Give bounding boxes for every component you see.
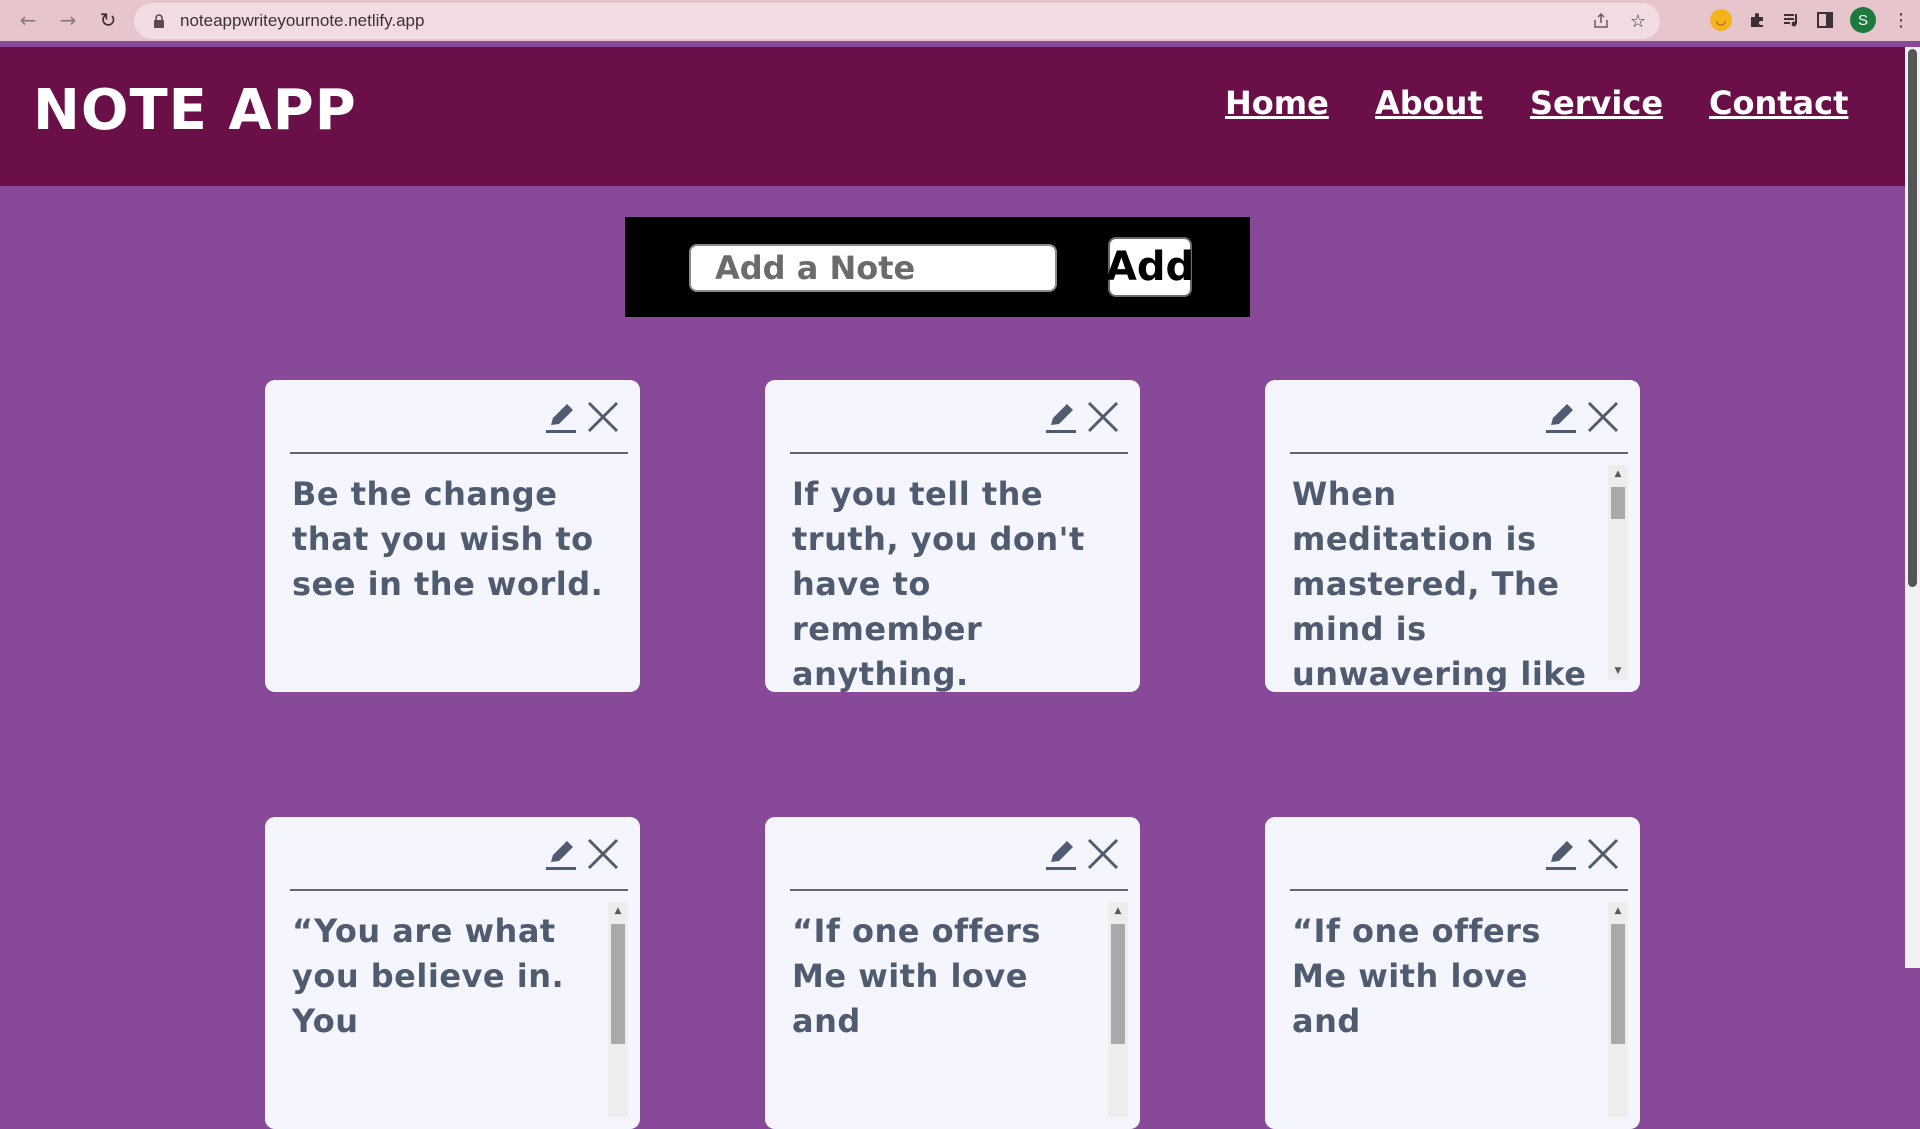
edit-pencil-icon[interactable] bbox=[1042, 835, 1080, 873]
scroll-up-arrow-icon[interactable]: ▲ bbox=[1108, 904, 1128, 918]
edit-pencil-icon[interactable] bbox=[1542, 835, 1580, 873]
page-scrollbar[interactable] bbox=[1905, 47, 1920, 968]
note-divider bbox=[790, 889, 1128, 891]
delete-close-icon[interactable] bbox=[1084, 398, 1122, 436]
note-scrollbar[interactable]: ▲ bbox=[608, 902, 628, 1117]
note-text[interactable]: “If one offers Me with love and bbox=[792, 909, 1096, 1129]
profile-avatar[interactable]: S bbox=[1850, 7, 1876, 33]
note-card: “You are what you believe in. You ▲ bbox=[265, 817, 640, 1129]
scroll-up-arrow-icon[interactable]: ▲ bbox=[1608, 904, 1628, 918]
scrollbar-thumb[interactable] bbox=[611, 924, 625, 1044]
scrollbar-thumb[interactable] bbox=[1611, 924, 1625, 1044]
scrollbar-thumb[interactable] bbox=[1611, 487, 1625, 519]
note-divider bbox=[1290, 889, 1628, 891]
nav-about[interactable]: About bbox=[1375, 87, 1483, 119]
nav-contact[interactable]: Contact bbox=[1709, 87, 1848, 119]
note-card: If you tell the truth, you don't have to… bbox=[765, 380, 1140, 692]
scroll-up-arrow-icon[interactable]: ▲ bbox=[1608, 467, 1628, 481]
reload-icon[interactable]: ↻ bbox=[92, 4, 124, 36]
scroll-down-arrow-icon[interactable]: ▼ bbox=[1608, 664, 1628, 678]
site-header: NOTE APP Home About Service Contact bbox=[0, 47, 1905, 186]
note-text[interactable]: If you tell the truth, you don't have to… bbox=[792, 472, 1124, 692]
note-card: Be the change that you wish to see in th… bbox=[265, 380, 640, 692]
share-icon[interactable] bbox=[1592, 12, 1610, 30]
edit-pencil-icon[interactable] bbox=[542, 835, 580, 873]
note-card: When meditation is mastered, The mind is… bbox=[1265, 380, 1640, 692]
edit-pencil-icon[interactable] bbox=[542, 398, 580, 436]
media-queue-icon[interactable] bbox=[1782, 11, 1800, 29]
note-text[interactable]: When meditation is mastered, The mind is… bbox=[1292, 472, 1596, 692]
delete-close-icon[interactable] bbox=[584, 835, 622, 873]
forward-icon[interactable]: → bbox=[52, 4, 84, 36]
note-text[interactable]: “You are what you believe in. You bbox=[292, 909, 596, 1129]
lock-icon bbox=[152, 13, 166, 29]
note-divider bbox=[1290, 452, 1628, 454]
note-divider bbox=[790, 452, 1128, 454]
note-text[interactable]: “If one offers Me with love and bbox=[1292, 909, 1596, 1129]
add-note-panel: Add bbox=[625, 217, 1250, 317]
delete-close-icon[interactable] bbox=[1084, 835, 1122, 873]
scroll-up-arrow-icon[interactable]: ▲ bbox=[608, 904, 628, 918]
note-divider bbox=[290, 889, 628, 891]
url-text: noteappwriteyournote.netlify.app bbox=[180, 11, 425, 30]
add-button[interactable]: Add bbox=[1106, 237, 1194, 297]
emoji-extension-icon[interactable]: ◡ bbox=[1710, 9, 1732, 31]
nav-service[interactable]: Service bbox=[1530, 87, 1663, 119]
menu-kebab-icon[interactable]: ⋮ bbox=[1892, 10, 1910, 31]
note-divider bbox=[290, 452, 628, 454]
side-panel-icon[interactable] bbox=[1816, 11, 1834, 29]
delete-close-icon[interactable] bbox=[584, 398, 622, 436]
note-card: “If one offers Me with love and ▲ bbox=[1265, 817, 1640, 1129]
note-input[interactable] bbox=[689, 244, 1057, 292]
brand-title: NOTE APP bbox=[33, 78, 357, 143]
scrollbar-thumb[interactable] bbox=[1111, 924, 1125, 1044]
page-scrollbar-thumb[interactable] bbox=[1908, 49, 1917, 587]
delete-close-icon[interactable] bbox=[1584, 835, 1622, 873]
note-scrollbar[interactable]: ▲ bbox=[1108, 902, 1128, 1117]
bookmark-star-icon[interactable]: ☆ bbox=[1630, 11, 1646, 32]
delete-close-icon[interactable] bbox=[1584, 398, 1622, 436]
edit-pencil-icon[interactable] bbox=[1542, 398, 1580, 436]
browser-toolbar: ← → ↻ noteappwriteyournote.netlify.app ☆… bbox=[0, 0, 1920, 41]
note-scrollbar[interactable]: ▲ ▼ bbox=[1608, 465, 1628, 680]
note-scrollbar[interactable]: ▲ bbox=[1608, 902, 1628, 1117]
edit-pencil-icon[interactable] bbox=[1042, 398, 1080, 436]
note-text[interactable]: Be the change that you wish to see in th… bbox=[292, 472, 624, 692]
address-bar[interactable]: noteappwriteyournote.netlify.app ☆ bbox=[134, 3, 1660, 39]
back-icon[interactable]: ← bbox=[12, 4, 44, 36]
note-card: “If one offers Me with love and ▲ bbox=[765, 817, 1140, 1129]
extensions-puzzle-icon[interactable] bbox=[1748, 11, 1766, 29]
nav-home[interactable]: Home bbox=[1225, 87, 1329, 119]
